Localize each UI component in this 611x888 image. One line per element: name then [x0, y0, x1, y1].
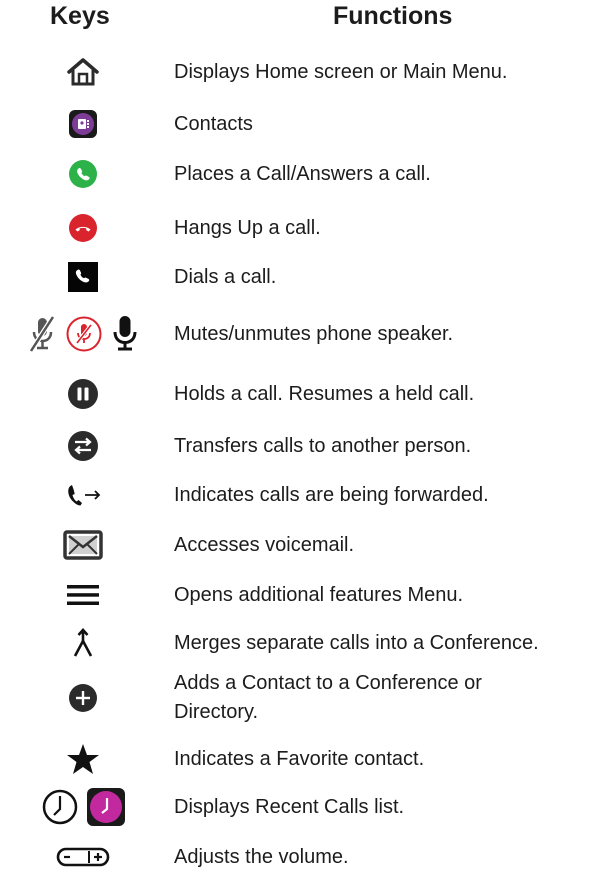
key-row: Accesses voicemail.	[0, 522, 611, 568]
function-description: Hangs Up a call.	[174, 208, 611, 248]
key-icons	[0, 832, 165, 882]
function-text: Places a Call/Answers a call.	[174, 162, 431, 185]
menu-icon	[65, 583, 101, 607]
volume-icon	[56, 846, 110, 868]
voicemail-icon	[62, 529, 103, 561]
function-description: Opens additional features Menu.	[174, 575, 611, 615]
function-text: Displays Recent Calls list.	[174, 795, 405, 818]
key-icons	[0, 371, 165, 417]
function-description: Places a Call/Answers a call.	[174, 152, 611, 196]
function-text: Contacts	[174, 112, 253, 135]
key-icons	[0, 424, 165, 468]
key-icons	[0, 310, 165, 358]
key-icons	[0, 104, 165, 144]
key-icons	[0, 620, 165, 666]
function-description: Adds a Contact to a Conference or Directo…	[174, 665, 611, 731]
key-row: Transfers calls to another person.	[0, 424, 611, 468]
key-icons	[0, 522, 165, 568]
key-icons	[0, 473, 165, 517]
function-text: Adjusts the volume.	[174, 845, 349, 868]
function-text: Mutes/unmutes phone speaker.	[174, 322, 454, 345]
key-row: Dials a call.	[0, 254, 611, 300]
mic-icon	[111, 314, 139, 354]
key-row: Merges separate calls into a Conference.	[0, 620, 611, 666]
function-description: Dials a call.	[174, 254, 611, 300]
function-text: Indicates a Favorite contact.	[174, 747, 425, 770]
function-description: Displays Recent Calls list.	[174, 784, 611, 830]
mic-muted-circle-icon	[65, 315, 103, 353]
dial-icon	[67, 262, 98, 292]
key-icons	[0, 575, 165, 615]
key-row: Adjusts the volume.	[0, 832, 611, 882]
hold-icon	[67, 378, 99, 410]
function-description: Mutes/unmutes phone speaker.	[174, 310, 611, 358]
function-text: Indicates calls are being forwarded.	[174, 483, 489, 506]
function-description: Transfers calls to another person.	[174, 424, 611, 468]
place-call-icon	[68, 159, 98, 189]
mic-muted-icon	[27, 314, 57, 354]
star-icon	[66, 743, 100, 775]
function-text: Accesses voicemail.	[174, 533, 355, 556]
function-description: Indicates a Favorite contact.	[174, 738, 611, 780]
key-icons	[0, 152, 165, 196]
add-icon	[68, 683, 98, 713]
function-text: Opens additional features Menu.	[174, 583, 464, 606]
function-text: Holds a call. Resumes a held call.	[174, 382, 475, 405]
key-row: Displays Recent Calls list.	[0, 784, 611, 830]
function-description: Contacts	[174, 104, 611, 144]
function-description: Accesses voicemail.	[174, 522, 611, 568]
key-row: Contacts	[0, 104, 611, 144]
clock-icon	[41, 788, 79, 826]
key-row: Adds a Contact to a Conference or Directo…	[0, 665, 611, 731]
key-row: Places a Call/Answers a call.	[0, 152, 611, 196]
home-icon	[66, 57, 100, 87]
function-description: Holds a call. Resumes a held call.	[174, 371, 611, 417]
key-icons	[0, 665, 165, 731]
merge-icon	[71, 627, 95, 659]
key-row: Indicates a Favorite contact.	[0, 738, 611, 780]
key-row: Hangs Up a call.	[0, 208, 611, 248]
key-icons	[0, 50, 165, 94]
function-description: Indicates calls are being forwarded.	[174, 473, 611, 517]
function-text: Merges separate calls into a Conference.	[174, 631, 539, 654]
function-text: Dials a call.	[174, 265, 277, 288]
contacts-icon	[68, 110, 97, 138]
key-icons	[0, 208, 165, 248]
key-icons	[0, 784, 165, 830]
function-text: Hangs Up a call.	[174, 216, 321, 239]
hang-up-icon	[68, 213, 98, 243]
function-text: Adds a Contact to a Conference or	[174, 672, 482, 694]
recent-calls-icon	[86, 788, 125, 826]
transfer-icon	[67, 430, 99, 462]
key-row: Mutes/unmutes phone speaker.	[0, 310, 611, 358]
key-icons	[0, 254, 165, 300]
function-description: Merges separate calls into a Conference.	[174, 620, 611, 666]
function-description: Adjusts the volume.	[174, 832, 611, 882]
call-forward-icon	[63, 480, 103, 510]
functions-header: Functions	[333, 2, 453, 30]
function-text: Directory.	[174, 701, 259, 723]
function-text: Displays Home screen or Main Menu.	[174, 60, 508, 83]
key-row: Displays Home screen or Main Menu.	[0, 50, 611, 94]
function-text: Transfers calls to another person.	[174, 434, 472, 457]
keys-header: Keys	[50, 2, 110, 30]
key-row: Opens additional features Menu.	[0, 575, 611, 615]
key-icons	[0, 738, 165, 780]
key-row: Holds a call. Resumes a held call.	[0, 371, 611, 417]
key-row: Indicates calls are being forwarded.	[0, 473, 611, 517]
function-description: Displays Home screen or Main Menu.	[174, 50, 611, 94]
